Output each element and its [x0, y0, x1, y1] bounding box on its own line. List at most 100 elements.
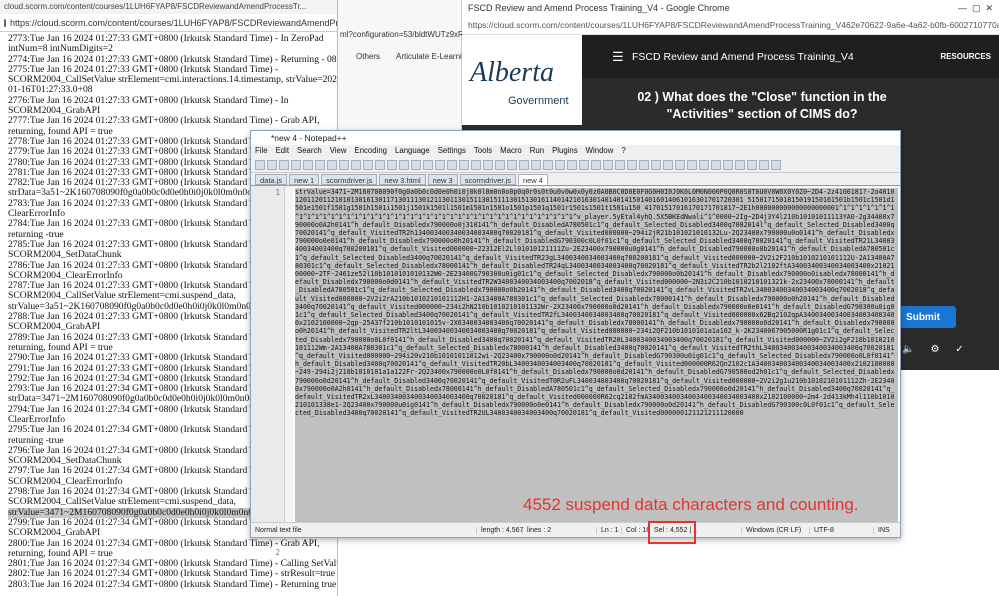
left-browser-url: https://cloud.scorm.com/content/courses/… — [10, 17, 337, 28]
resources-button[interactable]: RESOURCES — [940, 52, 991, 61]
toolbar-button-icon[interactable] — [543, 160, 553, 170]
toolbar-button-icon[interactable] — [459, 160, 469, 170]
menu-item[interactable]: Run — [530, 146, 544, 157]
toolbar-button-icon[interactable] — [567, 160, 577, 170]
toolbar-button-icon[interactable] — [327, 160, 337, 170]
toolbar-button-icon[interactable] — [723, 160, 733, 170]
menu-item[interactable]: View — [330, 146, 347, 157]
toolbar-button-icon[interactable] — [615, 160, 625, 170]
toolbar-button-icon[interactable] — [279, 160, 289, 170]
toolbar-button-icon[interactable] — [375, 160, 385, 170]
menu-item[interactable]: Encoding — [355, 146, 388, 157]
menu-item[interactable]: ? — [621, 146, 625, 157]
editor-tab[interactable]: new 4 — [517, 174, 548, 185]
toolbar-button-icon[interactable] — [627, 160, 637, 170]
toolbar-button-icon[interactable] — [339, 160, 349, 170]
logo-subtext: Government — [508, 95, 569, 107]
question-text: 02 ) What does the "Close" function in t… — [637, 90, 887, 121]
menu-item[interactable]: Tools — [474, 146, 492, 157]
toolbar-button-icon[interactable] — [435, 160, 445, 170]
editor-area[interactable]: 1 2 strValue=3471~2M160708090f0g0a0b0c0d… — [251, 187, 900, 557]
code-content[interactable]: strValue=3471~2M160708090f0g0a0b0c0d0e0h… — [293, 187, 900, 524]
toolbar-button-icon[interactable] — [687, 160, 697, 170]
toolbar-button-icon[interactable] — [747, 160, 757, 170]
status-file-type: Normal text file — [251, 526, 477, 534]
menu-item[interactable]: File — [255, 146, 268, 157]
toolbar-button-icon[interactable] — [735, 160, 745, 170]
chrome-title: FSCD Review and Amend Process Training_V… — [468, 3, 730, 13]
toolbar-button-icon[interactable] — [699, 160, 709, 170]
toolbar-button-icon[interactable] — [483, 160, 493, 170]
toolbar-button-icon[interactable] — [711, 160, 721, 170]
toolbar-button-icon[interactable] — [651, 160, 661, 170]
notepad-menu: File Edit Search View Encoding Language Settin… — [251, 145, 900, 158]
menu-icon[interactable]: ☰ — [612, 49, 624, 65]
middle-browser-url[interactable]: ml?configuration=53/bldtWUTz9xR — [340, 30, 464, 39]
annotation-text: 4552 suspend data characters and countin… — [523, 495, 859, 514]
course-title: FSCD Review and Amend Process Training_V… — [632, 50, 854, 63]
left-browser-address-bar[interactable]: https://cloud.scorm.com/content/courses/… — [0, 14, 337, 32]
toolbar-button-icon[interactable] — [447, 160, 457, 170]
toolbar-button-icon[interactable] — [387, 160, 397, 170]
toolbar-button-icon[interactable] — [351, 160, 361, 170]
status-eol: Windows (CR LF) — [742, 526, 810, 534]
toolbar-button-icon[interactable] — [579, 160, 589, 170]
toolbar-button-icon[interactable] — [591, 160, 601, 170]
toolbar-button-icon[interactable] — [255, 160, 265, 170]
menu-item[interactable]: Macro — [500, 146, 522, 157]
chrome-address-bar[interactable]: https://cloud.scorm.com/content/courses/… — [462, 17, 999, 35]
player-controls: 🔈 ⚙ ✓ — [902, 344, 964, 355]
volume-icon[interactable]: 🔈 — [902, 344, 914, 355]
notepad-window: *new 4 - Notepad++ File Edit Search View Enc… — [250, 130, 901, 557]
toolbar-button-icon[interactable] — [471, 160, 481, 170]
toolbar-button-icon[interactable] — [675, 160, 685, 170]
toolbar-button-icon[interactable] — [639, 160, 649, 170]
menu-item[interactable]: Search — [297, 146, 322, 157]
editor-tab[interactable]: new 3 — [427, 174, 458, 185]
toolbar-button-icon[interactable] — [759, 160, 769, 170]
menu-item[interactable]: Edit — [276, 146, 289, 157]
status-col: Col : 16 — [622, 526, 650, 534]
check-icon[interactable]: ✓ — [955, 344, 963, 355]
menu-item[interactable]: Language — [395, 146, 430, 157]
bookmark-others[interactable]: Others — [356, 52, 380, 61]
toolbar-button-icon[interactable] — [531, 160, 541, 170]
menu-item[interactable]: Settings — [438, 146, 466, 157]
toolbar-button-icon[interactable] — [555, 160, 565, 170]
code-line-1[interactable]: strValue=3471~2M160708090f0g0a0b0c0d0e0h… — [295, 188, 898, 524]
editor-tab[interactable]: new 3.html — [379, 174, 426, 185]
editor-tab[interactable]: scormdriver.js — [321, 174, 378, 185]
settings-icon[interactable]: ⚙ — [930, 344, 939, 355]
window-controls[interactable]: — ▢ ✕ — [958, 3, 993, 14]
editor-tab[interactable]: scormdriver.js — [459, 174, 516, 185]
highlight-box — [648, 521, 696, 544]
logo-text: Alberta — [470, 57, 554, 88]
toolbar-button-icon[interactable] — [519, 160, 529, 170]
status-lines: lines : 2 — [523, 526, 597, 534]
left-browser-tab[interactable]: cloud.scorm.com/content/courses/1LUH6FYA… — [0, 0, 337, 14]
notepad-tabs: data.js new 1 scormdriver.js new 3.html new … — [251, 173, 900, 186]
toolbar-button-icon[interactable] — [495, 160, 505, 170]
toolbar-button-icon[interactable] — [771, 160, 781, 170]
menu-item[interactable]: Plugins — [552, 146, 578, 157]
toolbar-button-icon[interactable] — [411, 160, 421, 170]
status-length: length : 4,567 — [477, 526, 523, 534]
toolbar-button-icon[interactable] — [291, 160, 301, 170]
toolbar-button-icon[interactable] — [663, 160, 673, 170]
alberta-logo: Alberta Government — [462, 35, 582, 125]
toolbar-button-icon[interactable] — [603, 160, 613, 170]
toolbar-button-icon[interactable] — [423, 160, 433, 170]
toolbar-button-icon[interactable] — [363, 160, 373, 170]
line-numbers: 1 2 — [251, 187, 285, 557]
editor-tab[interactable]: data.js — [255, 174, 288, 185]
toolbar-button-icon[interactable] — [507, 160, 517, 170]
toolbar-button-icon[interactable] — [303, 160, 313, 170]
status-encoding: UTF-8 — [810, 526, 874, 534]
notepad-title: *new 4 - Notepad++ — [251, 131, 900, 145]
editor-tab[interactable]: new 1 — [289, 174, 320, 185]
toolbar-button-icon[interactable] — [267, 160, 277, 170]
toolbar-button-icon[interactable] — [315, 160, 325, 170]
menu-item[interactable]: Window — [586, 146, 614, 157]
toolbar-button-icon[interactable] — [399, 160, 409, 170]
chrome-title-bar: FSCD Review and Amend Process Training_V… — [462, 0, 999, 17]
